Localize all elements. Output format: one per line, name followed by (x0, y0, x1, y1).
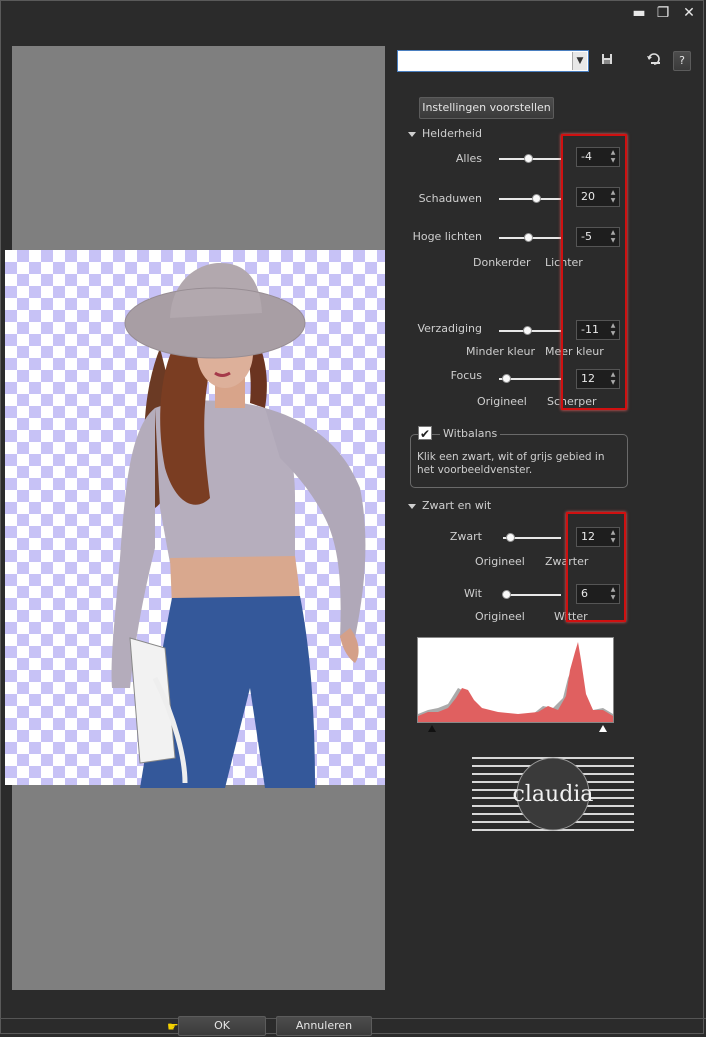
preset-dropdown[interactable]: ▼ (397, 50, 589, 72)
collapse-arrow-icon (408, 131, 416, 137)
suggest-settings-button[interactable]: Instellingen voorstellen (419, 97, 554, 119)
focus-label: Focus (450, 369, 482, 382)
black-slider-thumb[interactable] (505, 533, 515, 542)
saturation-label: Verzadiging (417, 322, 482, 335)
white-balance-description: Klik een zwart, wit of grijs gebied in h… (417, 451, 605, 476)
highlights-slider-thumb[interactable] (524, 233, 534, 242)
ok-button[interactable]: ☛ OK (167, 1016, 266, 1036)
claudia-watermark-logo: claudia (472, 755, 634, 833)
logo-text: claudia (513, 782, 594, 807)
chevron-down-icon[interactable]: ▼ (572, 52, 587, 70)
all-slider-thumb[interactable] (524, 154, 534, 163)
black-original-label: Origineel (475, 555, 525, 568)
restore-icon[interactable]: ❐ (654, 4, 672, 22)
less-color-label: Minder kleur (466, 345, 535, 358)
white-balance-checkbox[interactable]: ✔ (418, 426, 432, 441)
save-icon[interactable] (598, 52, 616, 70)
close-icon[interactable]: ✕ (680, 4, 698, 22)
highlight-box-black-white (566, 512, 626, 622)
brightness-title: Helderheid (422, 127, 482, 140)
collapse-arrow-icon (408, 503, 416, 509)
shadows-label: Schaduwen (418, 192, 482, 205)
black-point-marker-icon[interactable] (428, 725, 436, 732)
highlights-label: Hoge lichten (412, 230, 482, 243)
darker-label: Donkerder (473, 256, 531, 269)
minimize-icon[interactable]: ▬ (630, 4, 648, 22)
histogram-graph (418, 642, 613, 722)
white-balance-title: Witbalans (440, 427, 501, 440)
histogram (417, 637, 614, 723)
white-slider-thumb[interactable] (502, 590, 512, 599)
saturation-slider-thumb[interactable] (522, 326, 532, 335)
white-original-label: Origineel (475, 610, 525, 623)
black-white-title: Zwart en wit (422, 499, 492, 512)
all-label: Alles (455, 152, 482, 165)
model-image (111, 263, 366, 788)
shadows-slider-thumb[interactable] (532, 194, 542, 203)
white-point-marker-icon[interactable] (599, 725, 607, 732)
white-label: Wit (463, 587, 482, 600)
white-slider-track[interactable] (503, 594, 561, 596)
focus-original-label: Origineel (477, 395, 527, 408)
cancel-button[interactable]: Annuleren (276, 1016, 372, 1036)
reset-icon[interactable] (645, 52, 663, 70)
focus-slider-thumb[interactable] (502, 374, 512, 383)
hand-pointer-icon: ☛ (167, 1020, 179, 1035)
brightness-section-header[interactable]: Helderheid (408, 127, 482, 140)
shadows-slider-track[interactable] (499, 198, 561, 200)
highlight-box-brightness (561, 134, 627, 410)
black-white-section-header[interactable]: Zwart en wit (408, 499, 491, 512)
ok-label: OK (214, 1019, 230, 1032)
black-label: Zwart (449, 530, 482, 543)
help-button[interactable]: ? (673, 51, 691, 71)
